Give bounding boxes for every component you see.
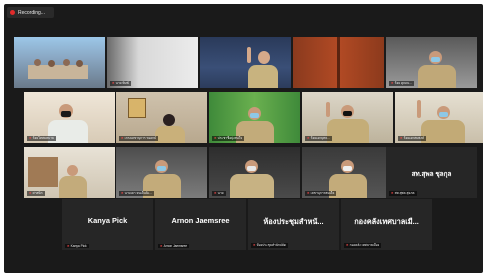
participant-name: Kanya Pick bbox=[87, 216, 128, 225]
participant-tile-3[interactable] bbox=[200, 37, 291, 88]
mic-muted-icon: ✕ bbox=[112, 81, 115, 85]
mic-muted-icon: ✕ bbox=[214, 136, 217, 140]
participant-caption: ✕นามเยา จนเด็นนิเ... bbox=[119, 191, 154, 196]
participant-tile-4[interactable] bbox=[293, 37, 384, 88]
participant-caption-text: สท.สุพล สุฉกล bbox=[394, 191, 415, 195]
participant-tile-16[interactable]: Kanya Pick ✕Kanya Pick bbox=[62, 199, 153, 250]
recording-indicator[interactable]: Recording... bbox=[7, 7, 54, 18]
participant-tile-1[interactable] bbox=[14, 37, 105, 88]
participant-caption-text: เลขานุการสมเด็จ bbox=[310, 191, 335, 195]
participant-caption: ✕เลขานุการสมเด็จ bbox=[305, 191, 337, 196]
participant-caption-text: ห้องประชุมสำนักปลัด bbox=[256, 243, 286, 247]
mic-muted-icon: ✕ bbox=[400, 136, 403, 140]
participant-caption-text: กองคลัง เทศบาลเมือง bbox=[349, 243, 380, 247]
participant-caption: ✕นาย พิมพ์ bbox=[110, 81, 131, 86]
participant-tile-18[interactable]: ห้องประชุมสำหนั... ✕ห้องประชุมสำนักปลัด bbox=[248, 199, 339, 250]
participant-caption-text: ร้อยโทสมหมาย bbox=[32, 136, 54, 140]
participant-tile-2[interactable]: ✕นาย พิมพ์ bbox=[107, 37, 198, 88]
mic-muted-icon: ✕ bbox=[391, 81, 394, 85]
mic-muted-icon: ✕ bbox=[121, 136, 124, 140]
participant-caption: ✕นาย bbox=[212, 191, 226, 196]
participant-caption-text: ร้อยเอกยุทธ... bbox=[310, 136, 330, 140]
participant-tile-13[interactable]: ✕นาย bbox=[209, 147, 300, 198]
participant-tile-10[interactable]: ✕ร้อยเอกสมพงษ์ bbox=[395, 92, 483, 143]
mic-muted-icon: ✕ bbox=[160, 244, 163, 248]
participant-caption-text: นามเยา จนเด็นนิเ... bbox=[124, 191, 152, 195]
participant-tile-15[interactable]: สท.สุพล ชุลกุล ✕สท.สุพล สุฉกล bbox=[386, 147, 477, 198]
mic-muted-icon: ✕ bbox=[29, 191, 32, 195]
participant-caption: ✕Kanya Pick bbox=[65, 244, 89, 248]
participant-caption-text: ศาสนิก bbox=[32, 191, 43, 195]
record-dot-icon bbox=[10, 10, 15, 15]
recording-label: Recording... bbox=[18, 9, 45, 16]
participant-caption: ✕สท.สุพล สุฉกล bbox=[389, 191, 417, 196]
participant-name: ห้องประชุมสำหนั... bbox=[263, 217, 324, 226]
participant-tile-7[interactable]: ✕เกรงเลขานุการ ของกม์ bbox=[116, 92, 207, 143]
mic-muted-icon: ✕ bbox=[29, 136, 32, 140]
participant-caption: ✕ร้อยเอกสมพงษ์ bbox=[398, 136, 426, 141]
mic-muted-icon: ✕ bbox=[67, 244, 70, 248]
participant-tile-12[interactable]: ✕นามเยา จนเด็นนิเ... bbox=[116, 147, 207, 198]
participant-name: กองคลังเทศบาลเมื... bbox=[354, 217, 419, 226]
participant-caption: ✕กองคลัง เทศบาลเมือง bbox=[344, 243, 382, 248]
participant-caption: ✕ร้อยโทสมหมาย bbox=[27, 136, 56, 141]
participant-tile-5[interactable]: ✕ร้อย คุณณ... bbox=[386, 37, 477, 88]
participant-caption-text: นาย พิมพ์ bbox=[115, 81, 129, 85]
zoom-meeting-window: Recording... ✕นาย พิมพ์ ✕ร้อย คุณณ... ✕ร… bbox=[4, 4, 483, 273]
mic-muted-icon: ✕ bbox=[346, 243, 349, 247]
participant-tile-8[interactable]: ✕ประชาชื่อยุ่งสนใจ bbox=[209, 92, 300, 143]
participant-caption: ✕Arnon Jaemsree bbox=[158, 244, 190, 248]
participant-caption: ✕ห้องประชุมสำนักปลัด bbox=[251, 243, 288, 248]
participant-caption-text: ประชาชื่อยุ่งสนใจ bbox=[217, 136, 243, 140]
participant-name: สท.สุพล ชุลกุล bbox=[411, 171, 452, 178]
participant-caption: ✕ร้อย คุณณ... bbox=[389, 81, 414, 86]
participant-tile-6[interactable]: ✕ร้อยโทสมหมาย bbox=[24, 92, 115, 143]
participant-caption: ✕ศาสนิก bbox=[27, 191, 45, 196]
participant-caption-text: เกรงเลขานุการ ของกม์ bbox=[124, 136, 157, 140]
participant-caption-text: นาย bbox=[217, 191, 224, 195]
mic-muted-icon: ✕ bbox=[214, 191, 217, 195]
participant-tile-14[interactable]: ✕เลขานุการสมเด็จ bbox=[302, 147, 393, 198]
participant-tile-11[interactable]: ✕ศาสนิก bbox=[24, 147, 115, 198]
mic-muted-icon: ✕ bbox=[307, 136, 310, 140]
participant-caption-text: ร้อยเอกสมพงษ์ bbox=[403, 136, 424, 140]
participant-caption-text: Kanya Pick bbox=[70, 244, 87, 248]
participant-name: Arnon Jaemsree bbox=[171, 216, 230, 225]
participant-caption-text: ร้อย คุณณ... bbox=[394, 81, 412, 85]
mic-muted-icon: ✕ bbox=[307, 191, 310, 195]
participant-tile-9[interactable]: ✕ร้อยเอกยุทธ... bbox=[302, 92, 393, 143]
participant-tile-19[interactable]: กองคลังเทศบาลเมื... ✕กองคลัง เทศบาลเมือง bbox=[341, 199, 432, 250]
mic-muted-icon: ✕ bbox=[121, 191, 124, 195]
participant-caption: ✕เกรงเลขานุการ ของกม์ bbox=[119, 136, 159, 141]
mic-muted-icon: ✕ bbox=[391, 191, 394, 195]
participant-caption: ✕ประชาชื่อยุ่งสนใจ bbox=[212, 136, 245, 141]
mic-muted-icon: ✕ bbox=[253, 243, 256, 247]
participant-caption: ✕ร้อยเอกยุทธ... bbox=[305, 136, 332, 141]
participant-tile-17[interactable]: Arnon Jaemsree ✕Arnon Jaemsree bbox=[155, 199, 246, 250]
participant-caption-text: Arnon Jaemsree bbox=[163, 244, 188, 248]
